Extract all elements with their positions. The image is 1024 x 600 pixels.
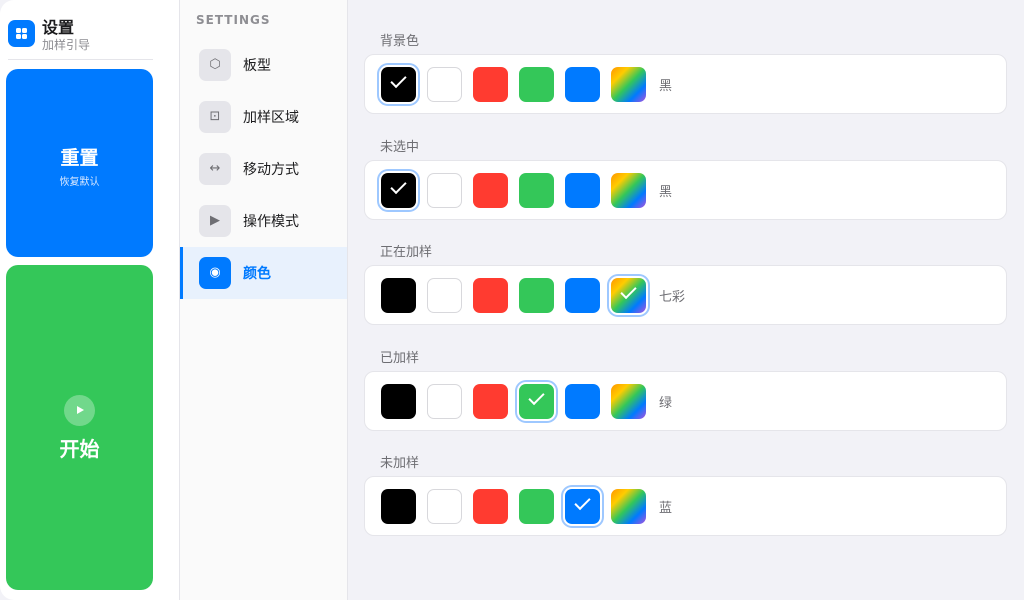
radio-target-icon: ◉ bbox=[199, 257, 231, 289]
swatch-green[interactable] bbox=[519, 383, 554, 419]
menu-item-3[interactable]: ▶ 操作模式 bbox=[180, 195, 347, 247]
grid-icon bbox=[8, 20, 35, 47]
settings-menu: SETTINGS ⬡ 板型 ⊡ 加样区域 ↔ 移动方式 ▶ 操作模式 ◉ 颜色 bbox=[180, 0, 348, 600]
section-label: 正在加样 bbox=[380, 245, 433, 260]
swatch-white[interactable] bbox=[427, 383, 462, 419]
color-settings-content: 背景色黑未选中黑正在加样 七彩 已加样绿未加样蓝 bbox=[348, 0, 1024, 600]
section-label: 已加样 bbox=[380, 350, 420, 366]
menu-item-label: 操作模式 bbox=[243, 214, 299, 230]
start-button-label: 开始 bbox=[59, 437, 100, 461]
swatch-black[interactable] bbox=[381, 383, 416, 419]
checkmark-icon bbox=[574, 493, 591, 511]
reset-button[interactable]: 重置 恢复默认 bbox=[6, 69, 153, 257]
checkmark-icon bbox=[620, 282, 637, 300]
color-picker-card: 蓝 bbox=[364, 476, 1007, 536]
swatch-black[interactable] bbox=[381, 278, 416, 313]
swatch-blue[interactable] bbox=[565, 489, 600, 524]
swatch-red[interactable] bbox=[473, 383, 508, 419]
app-header: 设置 加样引导 bbox=[8, 10, 153, 60]
settings-window: 设置 加样引导 重置 恢复默认 开始 SETTINGS ⬡ 板型 ⊡ 加样区域 ↔ 移动方… bbox=[0, 0, 1024, 600]
swatch-blue[interactable] bbox=[565, 172, 600, 208]
color-picker-card: 绿 bbox=[364, 370, 1007, 431]
hexagon-icon: ⬡ bbox=[199, 49, 231, 81]
swatch-red[interactable] bbox=[473, 489, 508, 524]
reset-button-label: 重置 bbox=[60, 147, 99, 169]
start-button[interactable]: 开始 bbox=[6, 265, 153, 590]
swatch-red[interactable] bbox=[473, 278, 508, 313]
checkmark-icon bbox=[528, 388, 545, 405]
color-picker-card: 黑 bbox=[364, 54, 1007, 114]
swatch-green[interactable] bbox=[519, 67, 554, 102]
color-picker-card: 七彩 bbox=[364, 265, 1007, 325]
menu-item-1[interactable]: ⊡ 加样区域 bbox=[180, 91, 347, 143]
menu-item-2[interactable]: ↔ 移动方式 bbox=[180, 143, 347, 195]
swatch-black[interactable] bbox=[381, 489, 416, 524]
swatch-white[interactable] bbox=[427, 67, 462, 102]
app-title: 设置 bbox=[42, 18, 75, 37]
swatch-rainbow[interactable] bbox=[611, 172, 646, 208]
checkmark-icon bbox=[390, 177, 407, 194]
swatch-green[interactable] bbox=[519, 172, 554, 208]
swatch-white[interactable] bbox=[427, 172, 462, 208]
selected-color-name: 黑 bbox=[659, 184, 673, 200]
play-icon bbox=[64, 395, 95, 426]
swatch-rainbow[interactable] bbox=[611, 489, 646, 524]
selected-color-name: 绿 bbox=[659, 395, 673, 411]
swatch-blue[interactable] bbox=[565, 67, 600, 102]
section-label: 未选中 bbox=[380, 139, 420, 155]
swatch-red[interactable] bbox=[473, 172, 508, 208]
swatch-black[interactable] bbox=[381, 67, 416, 102]
swatch-blue[interactable] bbox=[565, 383, 600, 419]
app-subtitle: 加样引导 bbox=[42, 38, 91, 52]
swatch-white[interactable] bbox=[427, 278, 462, 313]
color-picker-card: 黑 bbox=[364, 159, 1007, 220]
arrows-horizontal-icon: ↔ bbox=[199, 153, 231, 185]
swatch-green[interactable] bbox=[519, 278, 554, 313]
swatch-red[interactable] bbox=[473, 67, 508, 102]
left-panel: 设置 加样引导 重置 恢复默认 开始 bbox=[0, 0, 180, 600]
menu-item-label: 颜色 bbox=[243, 266, 271, 282]
selected-color-name: 蓝 bbox=[659, 501, 673, 516]
selected-color-name: 黑 bbox=[659, 79, 673, 94]
menu-item-label: 移动方式 bbox=[243, 162, 299, 178]
section-label: 背景色 bbox=[380, 34, 420, 49]
menu-heading: SETTINGS bbox=[196, 13, 271, 27]
selected-color-name: 七彩 bbox=[659, 290, 686, 305]
swatch-green[interactable] bbox=[519, 489, 554, 524]
square-dot-icon: ⊡ bbox=[199, 101, 231, 133]
swatch-rainbow[interactable] bbox=[611, 383, 646, 419]
menu-item-label: 板型 bbox=[243, 58, 271, 74]
reset-button-sublabel: 恢复默认 bbox=[59, 177, 100, 188]
checkmark-icon bbox=[390, 71, 407, 89]
swatch-blue[interactable] bbox=[565, 278, 600, 313]
menu-item-label: 加样区域 bbox=[243, 110, 299, 126]
swatch-rainbow[interactable] bbox=[611, 67, 646, 102]
swatch-black[interactable] bbox=[381, 172, 416, 208]
play-icon: ▶ bbox=[199, 205, 231, 237]
swatch-white[interactable] bbox=[427, 489, 462, 524]
menu-item-4[interactable]: ◉ 颜色 bbox=[180, 247, 347, 299]
section-label: 未加样 bbox=[380, 456, 420, 471]
menu-item-0[interactable]: ⬡ 板型 bbox=[180, 39, 347, 91]
swatch-rainbow[interactable] bbox=[611, 278, 646, 313]
